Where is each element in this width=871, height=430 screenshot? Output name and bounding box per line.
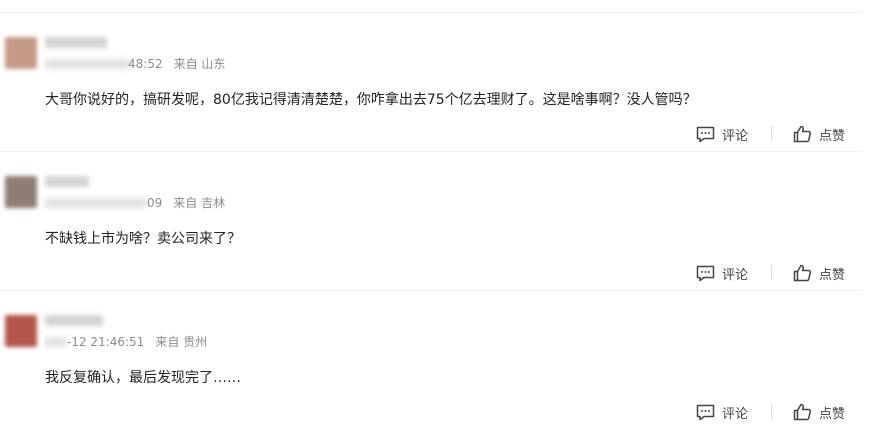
- comment-icon: [696, 404, 715, 420]
- like-button[interactable]: 点赞: [793, 401, 845, 423]
- reply-label: 评论: [722, 406, 749, 422]
- comment-actions: 评论 点赞: [0, 262, 871, 284]
- timestamp-blurred: [45, 198, 147, 208]
- timestamp-visible: 09: [147, 196, 163, 210]
- timestamp-visible: -12 21:46:51: [67, 335, 145, 349]
- reply-button[interactable]: 评论: [696, 123, 748, 145]
- comment-icon: [696, 265, 715, 281]
- comment-text: 大哥你说好的，搞研发呢，80亿我记得清清楚楚，你咋拿出去75个亿去理财了。这是啥…: [45, 92, 697, 108]
- action-separator: [771, 404, 772, 419]
- avatar[interactable]: [5, 176, 37, 208]
- timestamp-visible: 48:52: [128, 57, 163, 71]
- thumbs-up-icon: [793, 403, 812, 421]
- comment-icon: [696, 126, 715, 142]
- like-label: 点赞: [819, 267, 846, 283]
- comment-item: 09 来自 吉林 不缺钱上市为啥？卖公司来了？ 评论 点赞: [0, 152, 871, 291]
- like-label: 点赞: [819, 128, 846, 144]
- reply-label: 评论: [722, 267, 749, 283]
- thumbs-up-icon: [793, 125, 812, 143]
- timestamp-blurred: [45, 337, 67, 347]
- location-label: 来自 贵州: [155, 335, 208, 349]
- avatar[interactable]: [5, 315, 37, 347]
- reply-button[interactable]: 评论: [696, 262, 748, 284]
- like-label: 点赞: [819, 406, 846, 422]
- like-button[interactable]: 点赞: [793, 123, 845, 145]
- comment-meta: 09 来自 吉林: [147, 196, 225, 210]
- avatar[interactable]: [5, 37, 37, 69]
- reply-button[interactable]: 评论: [696, 401, 748, 423]
- comment-text: 不缺钱上市为啥？卖公司来了？: [45, 231, 241, 247]
- username-blurred[interactable]: [45, 315, 103, 326]
- reply-label: 评论: [722, 128, 749, 144]
- comment-meta: 48:52 来自 山东: [128, 57, 225, 71]
- username-blurred[interactable]: [45, 37, 107, 48]
- timestamp-blurred: [45, 59, 131, 69]
- location-label: 来自 吉林: [173, 196, 226, 210]
- action-separator: [771, 126, 772, 141]
- action-separator: [771, 265, 772, 280]
- like-button[interactable]: 点赞: [793, 262, 845, 284]
- comment-item: 48:52 来自 山东 大哥你说好的，搞研发呢，80亿我记得清清楚楚，你咋拿出去7…: [0, 13, 871, 152]
- username-blurred[interactable]: [45, 176, 89, 187]
- comment-item: -12 21:46:51 来自 贵州 我反复确认，最后发现完了…… 评论 点赞: [0, 291, 871, 430]
- location-label: 来自 山东: [173, 57, 226, 71]
- comment-meta: -12 21:46:51 来自 贵州: [67, 335, 207, 349]
- comment-actions: 评论 点赞: [0, 401, 871, 423]
- comment-actions: 评论 点赞: [0, 123, 871, 145]
- thumbs-up-icon: [793, 264, 812, 282]
- comment-text: 我反复确认，最后发现完了……: [45, 370, 241, 386]
